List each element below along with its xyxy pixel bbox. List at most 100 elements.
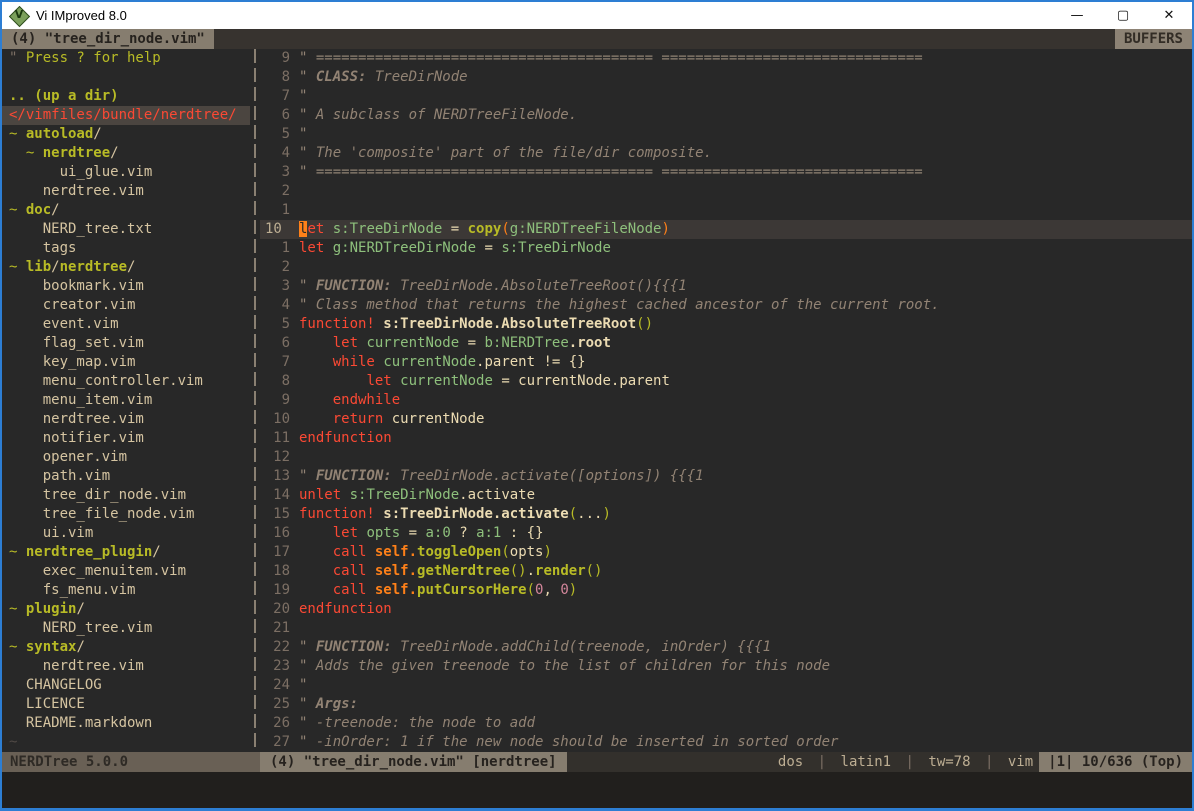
tree-item[interactable]: menu_controller.vim bbox=[2, 372, 250, 391]
line-number: 22 bbox=[260, 638, 290, 657]
code-line[interactable]: 14unlet s:TreeDirNode.activate bbox=[260, 486, 1192, 505]
code-line[interactable]: 9" =====================================… bbox=[260, 49, 1192, 68]
code-line[interactable]: 6" A subclass of NERDTreeFileNode. bbox=[260, 106, 1192, 125]
code-line[interactable]: 16 let opts = a:0 ? a:1 : {} bbox=[260, 524, 1192, 543]
tree-item bbox=[2, 68, 250, 87]
tree-item[interactable]: opener.vim bbox=[2, 448, 250, 467]
code-line[interactable]: 7 while currentNode.parent != {} bbox=[260, 353, 1192, 372]
window-title: Vi IMproved 8.0 bbox=[36, 6, 127, 25]
code-line[interactable]: 24" bbox=[260, 676, 1192, 695]
code-buffer: 9" =====================================… bbox=[260, 49, 1192, 752]
code-line[interactable]: 20endfunction bbox=[260, 600, 1192, 619]
tree-item[interactable]: nerdtree.vim bbox=[2, 657, 250, 676]
tree-item[interactable]: tree_dir_node.vim bbox=[2, 486, 250, 505]
window-separator[interactable] bbox=[250, 49, 260, 752]
cursor-position: |1| 10/636 (Top) bbox=[1039, 752, 1192, 772]
code-line[interactable]: 3" =====================================… bbox=[260, 163, 1192, 182]
tree-item[interactable]: ~ lib/nerdtree/ bbox=[2, 258, 250, 277]
code-line[interactable]: 5" bbox=[260, 125, 1192, 144]
tree-item[interactable]: ~ syntax/ bbox=[2, 638, 250, 657]
tree-item[interactable]: ~ plugin/ bbox=[2, 600, 250, 619]
code-line[interactable]: 10let s:TreeDirNode = copy(g:NERDTreeFil… bbox=[260, 220, 1192, 239]
tree-item[interactable]: bookmark.vim bbox=[2, 277, 250, 296]
code-line[interactable]: 3" FUNCTION: TreeDirNode.AbsoluteTreeRoo… bbox=[260, 277, 1192, 296]
line-number: 11 bbox=[260, 429, 290, 448]
line-number: 9 bbox=[260, 391, 290, 410]
line-number: 7 bbox=[260, 87, 290, 106]
tree-item[interactable]: .. (up a dir) bbox=[2, 87, 250, 106]
code-line[interactable]: 4" The 'composite' part of the file/dir … bbox=[260, 144, 1192, 163]
code-line[interactable]: 5function! s:TreeDirNode.AbsoluteTreeRoo… bbox=[260, 315, 1192, 334]
tree-item[interactable]: nerdtree.vim bbox=[2, 182, 250, 201]
code-line[interactable]: 6 let currentNode = b:NERDTree.root bbox=[260, 334, 1192, 353]
line-number: 4 bbox=[260, 144, 290, 163]
tree-item[interactable]: " Press ? for help bbox=[2, 49, 250, 68]
code-line[interactable]: 25" Args: bbox=[260, 695, 1192, 714]
tree-item[interactable]: LICENCE bbox=[2, 695, 250, 714]
nerdtree-status: NERDTree 5.0.0 bbox=[2, 752, 260, 772]
line-number: 10 bbox=[260, 410, 290, 429]
code-line[interactable]: 2 bbox=[260, 258, 1192, 277]
tree-item[interactable]: key_map.vim bbox=[2, 353, 250, 372]
code-line[interactable]: 7" bbox=[260, 87, 1192, 106]
tree-item[interactable]: NERD_tree.txt bbox=[2, 220, 250, 239]
code-line[interactable]: 13" FUNCTION: TreeDirNode.activate([opti… bbox=[260, 467, 1192, 486]
code-line[interactable]: 11endfunction bbox=[260, 429, 1192, 448]
tree-item[interactable]: flag_set.vim bbox=[2, 334, 250, 353]
code-line[interactable]: 27" -inOrder: 1 if the new node should b… bbox=[260, 733, 1192, 752]
tree-item[interactable]: notifier.vim bbox=[2, 429, 250, 448]
tree-item[interactable]: ui.vim bbox=[2, 524, 250, 543]
code-line[interactable]: 1let g:NERDTreeDirNode = s:TreeDirNode bbox=[260, 239, 1192, 258]
code-line[interactable]: 18 call self.getNerdtree().render() bbox=[260, 562, 1192, 581]
tree-item[interactable]: ~ nerdtree_plugin/ bbox=[2, 543, 250, 562]
line-number: 5 bbox=[260, 125, 290, 144]
minimize-icon[interactable]: — bbox=[1054, 2, 1100, 29]
code-line[interactable]: 9 endwhile bbox=[260, 391, 1192, 410]
code-line[interactable]: 4" Class method that returns the highest… bbox=[260, 296, 1192, 315]
tree-item[interactable]: path.vim bbox=[2, 467, 250, 486]
line-number: 1 bbox=[260, 239, 290, 258]
tree-item[interactable]: NERD_tree.vim bbox=[2, 619, 250, 638]
tree-item[interactable]: ~ autoload/ bbox=[2, 125, 250, 144]
code-line[interactable]: 26" -treenode: the node to add bbox=[260, 714, 1192, 733]
close-icon[interactable]: ✕ bbox=[1146, 2, 1192, 29]
tree-item[interactable]: CHANGELOG bbox=[2, 676, 250, 695]
tree-item[interactable]: creator.vim bbox=[2, 296, 250, 315]
code-line[interactable]: 1 bbox=[260, 201, 1192, 220]
status-bar: NERDTree 5.0.0 (4) "tree_dir_node.vim" [… bbox=[2, 752, 1192, 772]
line-number: 23 bbox=[260, 657, 290, 676]
code-line[interactable]: 8 let currentNode = currentNode.parent bbox=[260, 372, 1192, 391]
code-line[interactable]: 23" Adds the given treenode to the list … bbox=[260, 657, 1192, 676]
tree-item[interactable]: event.vim bbox=[2, 315, 250, 334]
tree-item[interactable]: ~ nerdtree/ bbox=[2, 144, 250, 163]
tree-item[interactable]: fs_menu.vim bbox=[2, 581, 250, 600]
line-number: 12 bbox=[260, 448, 290, 467]
tree-item[interactable]: ~ doc/ bbox=[2, 201, 250, 220]
line-number: 3 bbox=[260, 277, 290, 296]
command-line[interactable] bbox=[2, 772, 1192, 808]
tree-item[interactable]: exec_menuitem.vim bbox=[2, 562, 250, 581]
code-line[interactable]: 2 bbox=[260, 182, 1192, 201]
status-flag: dos bbox=[772, 752, 809, 772]
tree-item[interactable]: menu_item.vim bbox=[2, 391, 250, 410]
code-line[interactable]: 17 call self.toggleOpen(opts) bbox=[260, 543, 1192, 562]
code-line[interactable]: 21 bbox=[260, 619, 1192, 638]
line-number: 26 bbox=[260, 714, 290, 733]
tree-root-item[interactable]: </vimfiles/bundle/nerdtree/ bbox=[2, 106, 250, 125]
code-line[interactable]: 19 call self.putCursorHere(0, 0) bbox=[260, 581, 1192, 600]
code-line[interactable]: 8" CLASS: TreeDirNode bbox=[260, 68, 1192, 87]
tree-item[interactable]: tags bbox=[2, 239, 250, 258]
tab-tree-dir-node[interactable]: (4) "tree_dir_node.vim" bbox=[2, 29, 214, 49]
tree-item[interactable]: tree_file_node.vim bbox=[2, 505, 250, 524]
status-flags: dos | latin1 | tw=78 | vim bbox=[567, 752, 1040, 772]
code-line[interactable]: 12 bbox=[260, 448, 1192, 467]
tree-item[interactable]: nerdtree.vim bbox=[2, 410, 250, 429]
line-number: 20 bbox=[260, 600, 290, 619]
code-line[interactable]: 22" FUNCTION: TreeDirNode.addChild(treen… bbox=[260, 638, 1192, 657]
code-line[interactable]: 10 return currentNode bbox=[260, 410, 1192, 429]
line-number: 2 bbox=[260, 258, 290, 277]
code-line[interactable]: 15function! s:TreeDirNode.activate(...) bbox=[260, 505, 1192, 524]
tree-item[interactable]: README.markdown bbox=[2, 714, 250, 733]
maximize-icon[interactable]: ▢ bbox=[1100, 2, 1146, 29]
tree-item[interactable]: ui_glue.vim bbox=[2, 163, 250, 182]
